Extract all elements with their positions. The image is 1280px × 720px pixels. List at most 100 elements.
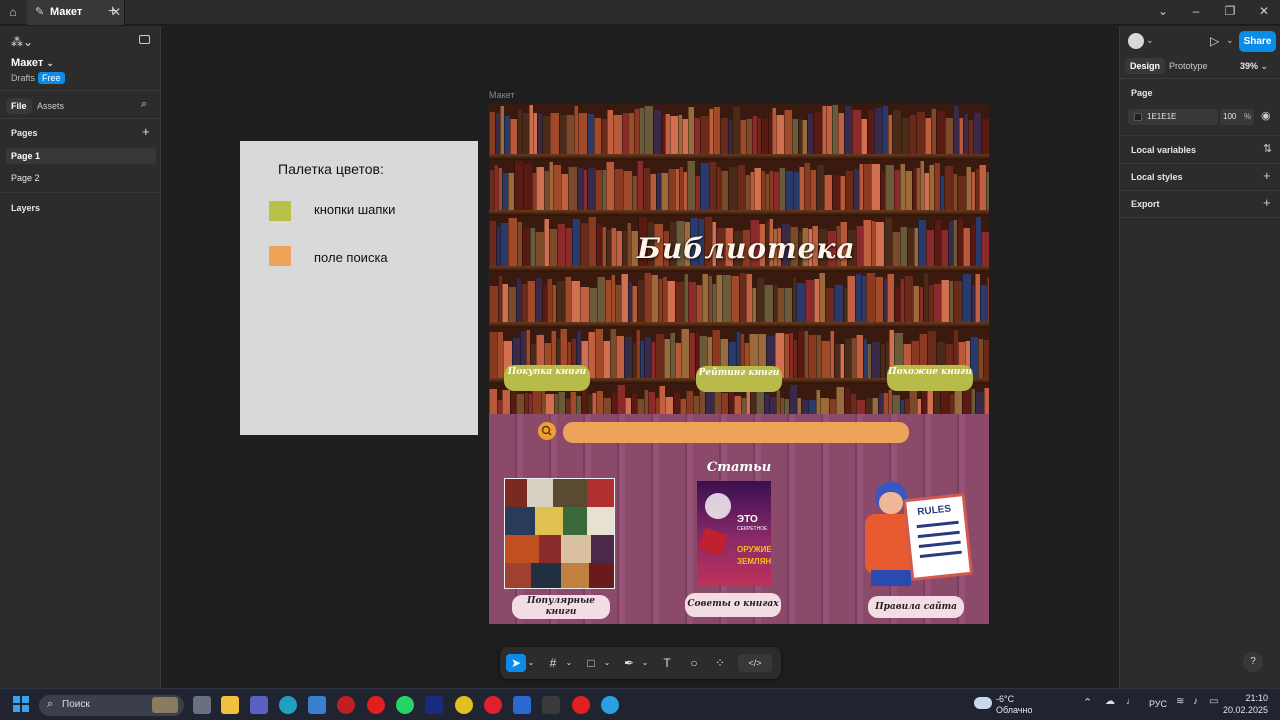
export-section[interactable]: Export	[1131, 199, 1160, 209]
chevron-down-icon[interactable]: ⌄	[526, 654, 536, 672]
rules-illustration[interactable]: RULES	[861, 480, 975, 590]
add-page-icon[interactable]: +	[142, 124, 150, 139]
minimize-icon[interactable]: –	[1188, 4, 1204, 18]
language-indicator[interactable]: РУС	[1149, 699, 1167, 709]
weather-text[interactable]: Облачно	[996, 705, 1032, 715]
add-style-icon[interactable]: +	[1263, 168, 1271, 183]
telegram-icon[interactable]	[601, 696, 619, 714]
chevron-down-icon[interactable]: ⌄	[640, 654, 650, 672]
text-tool-icon[interactable]: T	[658, 654, 676, 672]
search-input[interactable]	[563, 422, 909, 443]
microphone-icon[interactable]: ♩	[1126, 696, 1136, 707]
chevron-down-icon[interactable]: ⌄	[1146, 35, 1154, 46]
app-icon[interactable]	[337, 696, 355, 714]
wifi-icon[interactable]: ≋	[1176, 696, 1184, 707]
eye-icon[interactable]: ◉	[1261, 109, 1271, 122]
local-styles-section[interactable]: Local styles	[1131, 172, 1183, 182]
book-spine	[535, 232, 544, 266]
shield-icon[interactable]	[513, 696, 531, 714]
app-icon[interactable]	[455, 696, 473, 714]
temperature[interactable]: -6°C	[996, 694, 1014, 704]
book-spine	[867, 110, 874, 154]
search-icon[interactable]	[538, 422, 556, 440]
avatar[interactable]	[1128, 33, 1144, 49]
buy-books-button[interactable]: Покупка книги	[504, 365, 590, 391]
search-icon[interactable]: ⌕	[141, 98, 147, 111]
page-color-field[interactable]: 1E1E1E	[1128, 109, 1218, 125]
book-spine	[825, 288, 834, 322]
close-window-icon[interactable]: ✕	[1256, 4, 1272, 18]
frame-tool-icon[interactable]: #	[544, 654, 562, 672]
clock-time[interactable]: 21:10	[1232, 693, 1268, 703]
yandex-browser-icon[interactable]	[572, 696, 590, 714]
site-rules-button[interactable]: Правила сайта	[868, 596, 964, 618]
adjust-icon[interactable]: ⇅	[1263, 142, 1272, 155]
main-menu-icon[interactable]: ⁂⌄	[11, 35, 33, 49]
tab-design[interactable]: Design	[1125, 58, 1166, 74]
page-item-2[interactable]: Page 2	[11, 173, 40, 183]
chevron-down-icon[interactable]: ⌄	[602, 654, 612, 672]
chevron-down-icon[interactable]: ⌄	[564, 654, 574, 672]
frame-label[interactable]: Макет	[489, 90, 514, 100]
rectangle-tool-icon[interactable]: □	[582, 654, 600, 672]
palette-card[interactable]: Палетка цветов: кнопки шапки поле поиска	[240, 141, 478, 435]
popular-books-button[interactable]: Популярные книги	[512, 595, 610, 619]
drafts-location[interactable]: Drafts Free	[11, 72, 65, 84]
book-spine	[987, 277, 989, 322]
share-button[interactable]: Share	[1239, 31, 1276, 52]
book-spine	[844, 106, 852, 154]
chevron-down-icon[interactable]: ⌄	[1226, 35, 1234, 46]
whatsapp-icon[interactable]	[396, 696, 414, 714]
comment-tool-icon[interactable]: ○	[685, 654, 703, 672]
move-tool-icon[interactable]: ➤	[506, 654, 526, 672]
popular-books-image[interactable]	[504, 478, 615, 589]
file-name[interactable]: Макет ⌄	[11, 57, 54, 69]
maximize-icon[interactable]: ❐	[1222, 4, 1238, 18]
local-variables-section[interactable]: Local variables	[1131, 145, 1196, 155]
book-rating-button[interactable]: Рейтинг книги	[696, 366, 782, 392]
tab-assets[interactable]: Assets	[37, 101, 64, 111]
zoom-level[interactable]: 39% ⌄	[1240, 61, 1268, 72]
home-icon[interactable]: ⌂	[5, 4, 21, 20]
similar-books-button[interactable]: Похожие книги	[887, 365, 973, 391]
page-item-1[interactable]: Page 1	[6, 148, 156, 164]
frame-maket[interactable]: Библиотека Покупка книги Рейтинг книги П…	[489, 104, 989, 624]
clock-date[interactable]: 20.02.2025	[1222, 705, 1268, 715]
book-spine	[865, 398, 872, 414]
windows-start-icon[interactable]	[13, 696, 29, 712]
tray-up-icon[interactable]: ⌃	[1083, 696, 1092, 709]
page-opacity-field[interactable]: 100 %	[1220, 109, 1254, 125]
store-icon[interactable]	[308, 696, 326, 714]
taskbar-search[interactable]: ⌕ Поиск	[39, 695, 184, 716]
battery-icon[interactable]: ▭	[1209, 696, 1218, 707]
present-icon[interactable]: ▷	[1210, 34, 1219, 48]
add-export-icon[interactable]: +	[1263, 195, 1271, 210]
book-spine	[887, 274, 894, 322]
file-explorer-icon[interactable]	[221, 696, 239, 714]
dev-mode-toggle[interactable]: </>	[738, 654, 772, 672]
book-spine	[984, 388, 989, 414]
tab-file-panel[interactable]: File	[6, 98, 32, 114]
pen-tool-icon[interactable]: ✒	[620, 654, 638, 672]
edge-icon[interactable]	[279, 696, 297, 714]
new-tab-icon[interactable]: +	[108, 3, 117, 21]
sidebar-toggle-icon[interactable]	[139, 35, 150, 44]
figma-icon[interactable]	[542, 696, 560, 714]
actions-icon[interactable]: ⁘	[711, 654, 729, 672]
book-spine	[721, 393, 728, 414]
tray-icon[interactable]: ☁	[1105, 696, 1115, 707]
articles-title: Статьи	[706, 460, 772, 475]
yandex-icon[interactable]	[367, 696, 385, 714]
tab-prototype[interactable]: Prototype	[1169, 61, 1208, 71]
app-icon[interactable]	[425, 696, 443, 714]
book-tips-button[interactable]: Советы о книгах	[685, 593, 781, 617]
opera-icon[interactable]	[484, 696, 502, 714]
book-spine	[836, 387, 844, 414]
tips-book-image[interactable]: ЭТО СЕКРЕТНОЕ ОРУЖИЕ ЗЕМЛЯН	[697, 481, 771, 586]
book-spine	[553, 165, 561, 210]
chevron-down-icon[interactable]: ⌄	[1155, 4, 1171, 18]
teams-icon[interactable]	[250, 696, 268, 714]
volume-icon[interactable]: ♪	[1193, 696, 1198, 707]
help-icon[interactable]: ?	[1243, 652, 1263, 672]
task-view-icon[interactable]	[193, 696, 211, 714]
